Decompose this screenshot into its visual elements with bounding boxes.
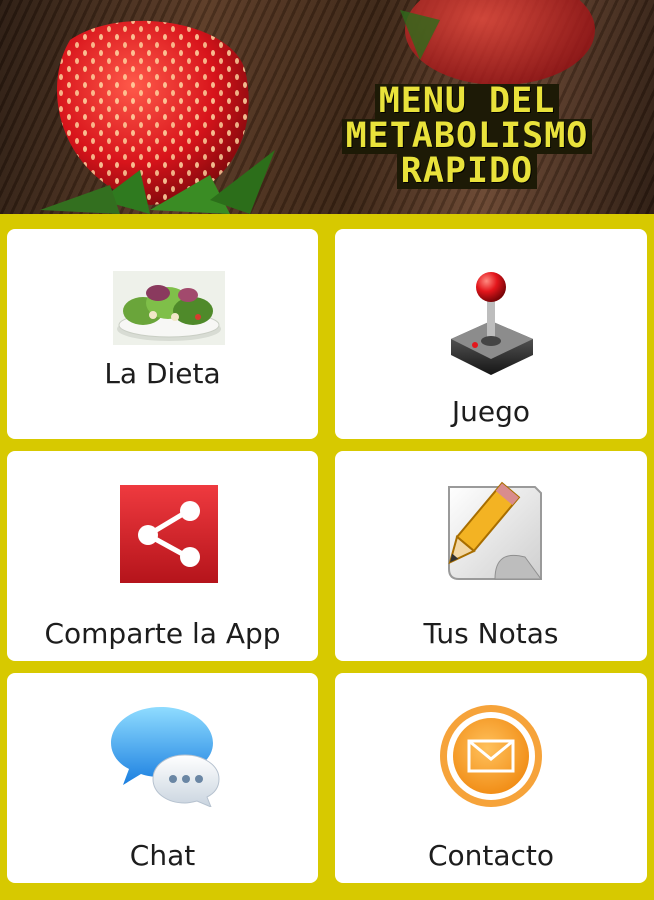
banner-title-line-2: METABOLISMO — [341, 119, 593, 154]
joystick-icon — [451, 272, 533, 375]
header-banner: MENU DEL METABOLISMO RAPIDO — [0, 0, 654, 214]
chat-bubbles-icon — [111, 707, 220, 807]
tile-label: Comparte la App — [44, 617, 281, 650]
tile-label: Contacto — [427, 839, 555, 872]
tile-label: Tus Notas — [423, 617, 559, 650]
notes-pencil-icon — [448, 481, 542, 580]
tile-label: Juego — [451, 395, 531, 428]
salad-image — [113, 271, 225, 345]
tile-contacto[interactable]: Contacto — [335, 673, 647, 883]
mail-icon — [440, 705, 542, 807]
banner-title-line-3: RAPIDO — [396, 154, 538, 189]
share-icon — [120, 485, 218, 583]
menu-grid: La Dieta Juego Comparte la App Tus Notas… — [0, 214, 654, 900]
tile-label: La Dieta — [104, 357, 221, 390]
banner-title: MENU DEL METABOLISMO RAPIDO — [312, 84, 622, 189]
tile-label: Chat — [129, 839, 196, 872]
tile-la-dieta[interactable]: La Dieta — [7, 229, 318, 439]
tile-juego[interactable]: Juego — [335, 229, 647, 439]
tile-comparte-la-app[interactable]: Comparte la App — [7, 451, 318, 661]
tile-tus-notas[interactable]: Tus Notas — [335, 451, 647, 661]
tile-chat[interactable]: Chat — [7, 673, 318, 883]
banner-title-line-1: MENU DEL — [374, 84, 560, 119]
